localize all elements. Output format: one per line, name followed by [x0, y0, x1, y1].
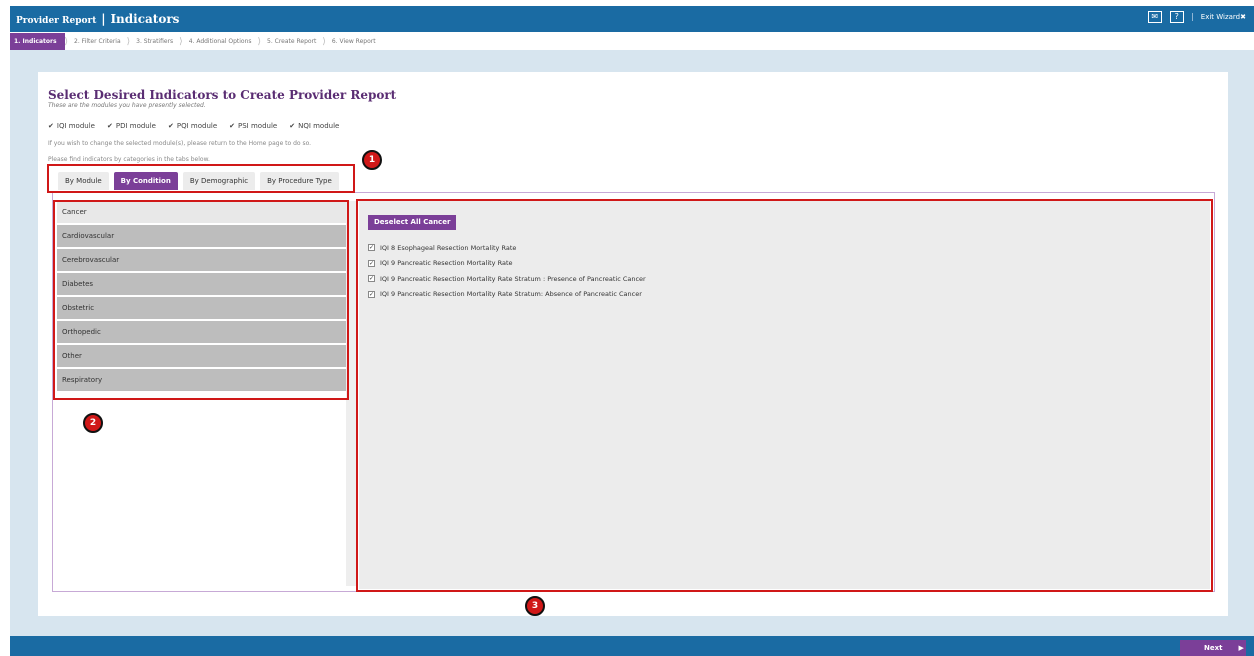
annotation-marker-2: 2 [83, 413, 103, 433]
wizard-step-indicators[interactable]: 1. Indicators [10, 33, 65, 50]
highlight-box-indicators [356, 199, 1213, 592]
highlight-box-conditions [53, 200, 349, 400]
wizard-step-stratifiers[interactable]: 3. Stratifiers [130, 38, 179, 45]
wizard-step-additional-options[interactable]: 4. Additional Options [183, 38, 258, 45]
checkmark-icon: ✔ [168, 122, 174, 130]
highlight-box-tabs [47, 164, 355, 193]
page-title: Select Desired Indicators to Create Prov… [48, 88, 397, 102]
wizard-step-filter-criteria[interactable]: 2. Filter Criteria [68, 38, 127, 45]
help-icon[interactable]: ? [1169, 11, 1184, 23]
change-modules-note: If you wish to change the selected modul… [48, 140, 312, 147]
next-label: Next [1204, 644, 1223, 652]
module-item: ✔ PSI module [229, 122, 278, 130]
app-name: Provider Report [16, 16, 97, 26]
checkmark-icon: ✔ [48, 122, 54, 130]
module-item: ✔ NQI module [289, 122, 340, 130]
next-button[interactable]: Next ▶ [1180, 640, 1246, 656]
page-subtitle: These are the modules you have presently… [48, 102, 206, 109]
annotation-marker-3: 3 [525, 596, 545, 616]
module-item: ✔ IQI module [48, 122, 95, 130]
exit-wizard-label: Exit Wizard [1200, 13, 1241, 21]
tabs-instruction-note: Please find indicators by categories in … [48, 156, 210, 163]
checkmark-icon: ✔ [229, 122, 236, 130]
module-item: ✔ PDI module [106, 122, 156, 130]
title-separator: | [101, 12, 106, 26]
module-item: ✔ PQI module [168, 122, 218, 130]
section-title: Indicators [110, 12, 180, 26]
header-actions: ✉ ? Exit Wizard✖ [1147, 11, 1246, 23]
wizard-steps: 1. Indicators ⟩ 2. Filter Criteria ⟩ 3. … [10, 33, 1254, 50]
play-arrow-icon: ▶ [1238, 644, 1244, 652]
exit-wizard-button[interactable]: Exit Wizard✖ [1191, 13, 1246, 21]
app-title: Provider Report | Indicators [16, 12, 179, 26]
close-icon: ✖ [1240, 13, 1246, 21]
checkmark-icon: ✔ [289, 122, 296, 130]
wizard-step-view-report[interactable]: 6. View Report [326, 38, 382, 45]
footer-bar: Next ▶ [10, 636, 1254, 656]
annotation-marker-1: 1 [362, 150, 382, 170]
checkmark-icon: ✔ [106, 122, 113, 130]
selected-modules: ✔ IQI module ✔ PDI module ✔ PQI module ✔ PSI… [48, 122, 339, 130]
wizard-step-create-report[interactable]: 5. Create Report [261, 38, 322, 45]
envelope-icon[interactable]: ✉ [1147, 11, 1162, 23]
top-header-bar: Provider Report | Indicators ✉ ? Exit Wi… [10, 6, 1254, 32]
